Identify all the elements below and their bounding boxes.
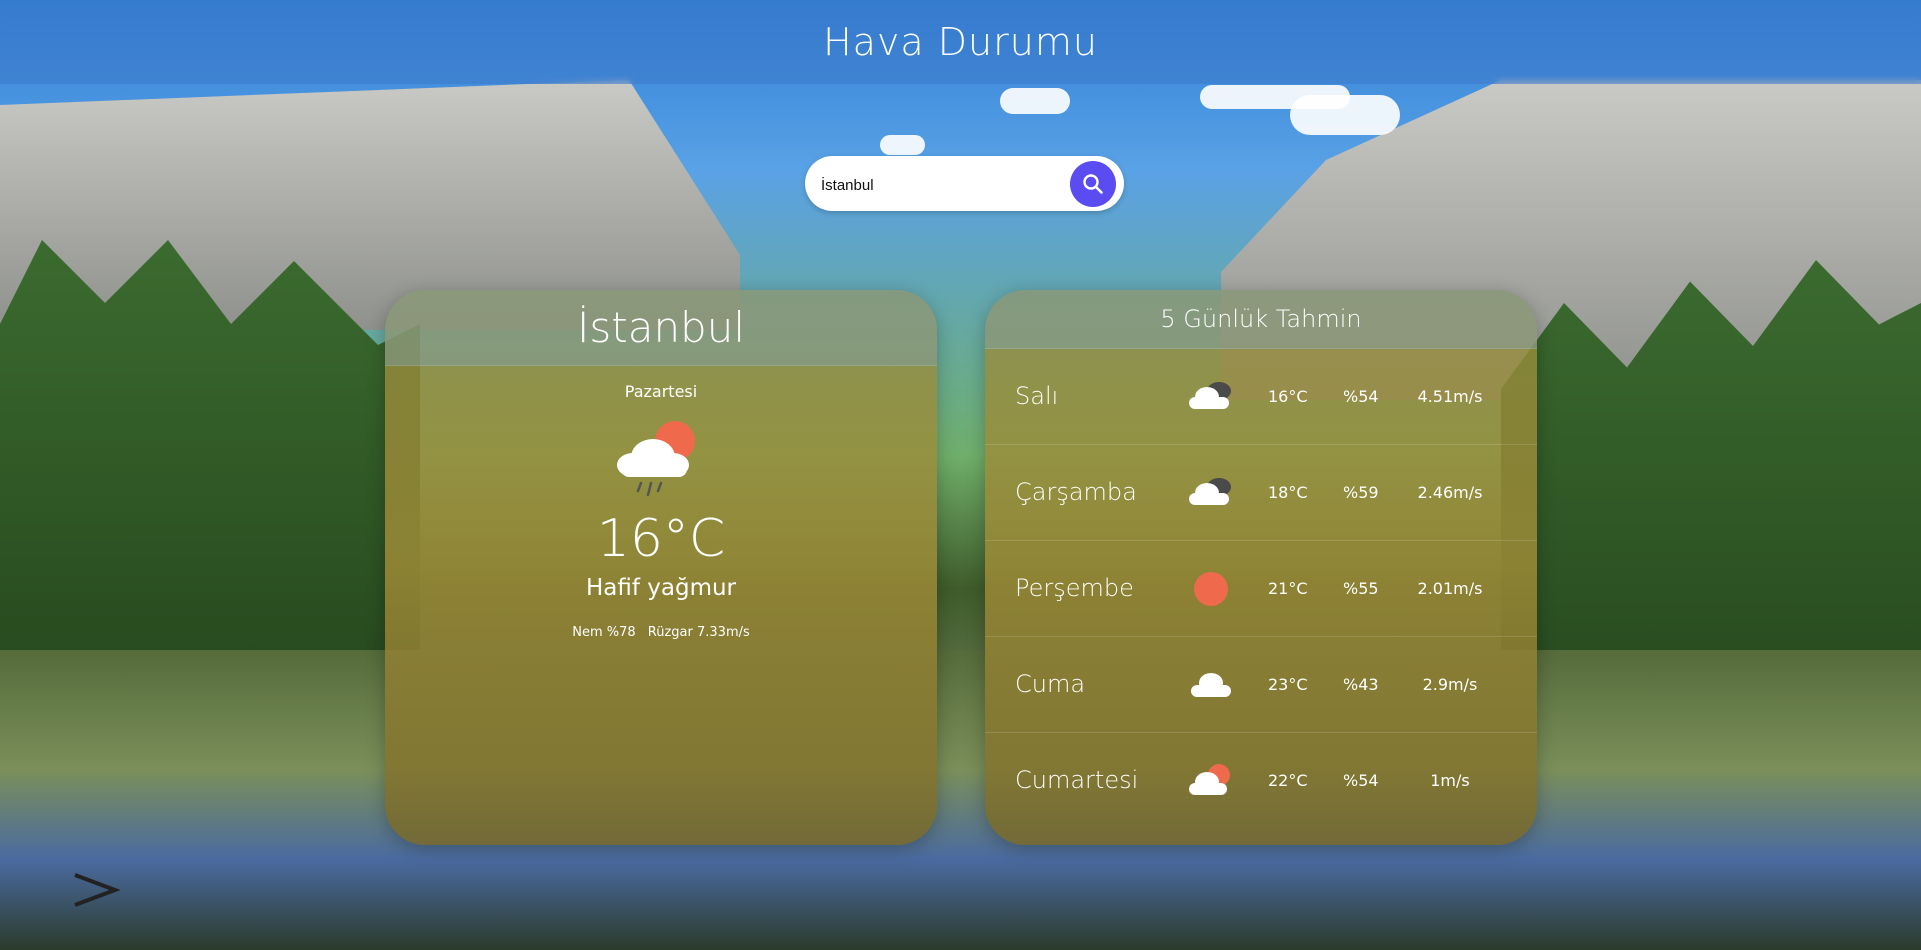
weather-description: Hafif yağmur [585, 575, 737, 601]
forecast-temp: 21°C [1268, 579, 1308, 598]
forecast-wind: 2.46m/s [1417, 483, 1483, 502]
humidity-value: Nem %78 [572, 625, 636, 640]
current-weather-card: İstanbul Pazartesi 16°C Hafif yağmur Nem… [385, 290, 937, 845]
arrow-decoration [74, 873, 120, 907]
app-title: Hava Durumu [823, 20, 1098, 64]
forecast-row: Çarşamba 18°C %59 2.46m/s [985, 445, 1537, 541]
wind-value: Rüzgar 7.33m/s [647, 625, 750, 640]
forecast-row: Salı 16°C %54 4.51m/s [985, 349, 1537, 445]
forecast-card: 5 Günlük Tahmin Salı 16°C %54 4.51m/s Ça… [985, 290, 1537, 845]
search-icon [1083, 174, 1103, 194]
current-weather-body: Pazartesi 16°C Hafif yağmur Nem %78 Rüzg… [385, 382, 937, 640]
cloud-decoration [1200, 85, 1350, 109]
forecast-wind: 2.9m/s [1422, 675, 1478, 694]
current-card-header: İstanbul [385, 290, 937, 366]
sun-cloud-icon [1189, 764, 1230, 795]
forecast-day: Perşembe [1015, 574, 1134, 602]
app-header: Hava Durumu [0, 0, 1921, 84]
forecast-day: Çarşamba [1015, 478, 1137, 506]
forecast-humidity: %55 [1343, 579, 1379, 598]
cloud-decoration [880, 135, 925, 155]
forecast-humidity: %59 [1343, 483, 1379, 502]
forecast-card-header: 5 Günlük Tahmin [985, 290, 1537, 349]
city-name: İstanbul [576, 303, 746, 352]
current-day: Pazartesi [624, 382, 698, 401]
forecast-row: Cumartesi 22°C %54 1m/s [985, 733, 1537, 828]
forecast-wind: 1m/s [1430, 771, 1470, 790]
forecast-humidity: %54 [1343, 387, 1379, 406]
forecast-temp: 16°C [1268, 387, 1308, 406]
forecast-humidity: %54 [1343, 771, 1379, 790]
search-bar [805, 156, 1124, 211]
right-forest [1501, 260, 1921, 690]
forecast-day: Cuma [1015, 670, 1086, 698]
search-input[interactable] [819, 170, 1063, 200]
background-landscape [0, 0, 1921, 950]
forecast-day: Cumartesi [1015, 766, 1139, 794]
forecast-title: 5 Günlük Tahmin [1160, 305, 1362, 333]
forecast-wind: 2.01m/s [1417, 579, 1483, 598]
weather-details: Nem %78 Rüzgar 7.33m/s [385, 625, 937, 640]
forecast-wind: 4.51m/s [1417, 387, 1483, 406]
cloudy-dark-icon [1189, 478, 1231, 505]
forecast-day: Salı [1015, 382, 1059, 410]
cloudy-dark-icon [1189, 382, 1231, 409]
sun-icon [1194, 572, 1228, 606]
search-button[interactable] [1070, 161, 1116, 207]
forecast-row: Cuma 23°C %43 2.9m/s [985, 637, 1537, 733]
cloud-icon [1191, 673, 1231, 697]
cloud-rain-sun-icon [617, 421, 695, 497]
forecast-row: Perşembe 21°C %55 2.01m/s [985, 541, 1537, 637]
forecast-temp: 22°C [1268, 771, 1308, 790]
lake-water [0, 650, 1921, 950]
cloud-decoration [1000, 88, 1070, 114]
current-temperature: 16°C [596, 509, 726, 569]
forecast-temp: 18°C [1268, 483, 1308, 502]
forecast-temp: 23°C [1268, 675, 1308, 694]
forecast-humidity: %43 [1343, 675, 1379, 694]
